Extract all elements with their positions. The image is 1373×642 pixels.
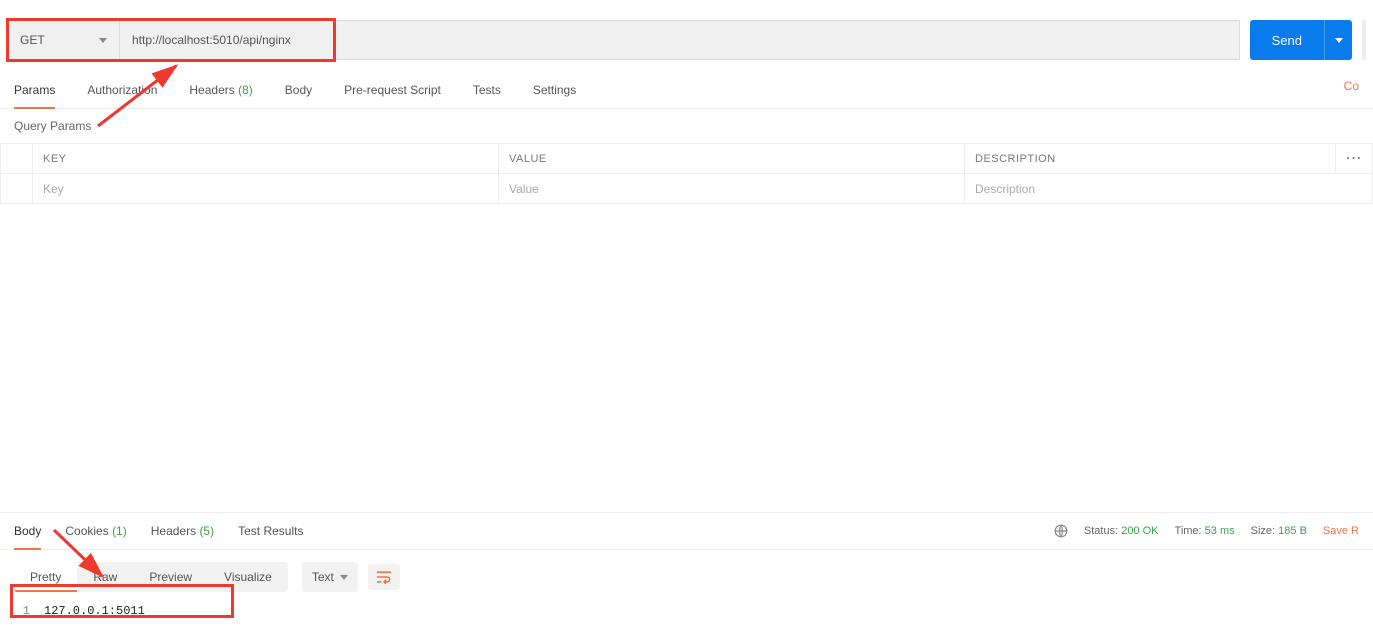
- response-body[interactable]: 1 127.0.0.1:5011: [0, 600, 1373, 642]
- url-input[interactable]: [120, 21, 1239, 59]
- time-value: 53 ms: [1205, 525, 1235, 537]
- tab-settings[interactable]: Settings: [533, 75, 576, 109]
- save-response-link[interactable]: Save R: [1323, 525, 1359, 537]
- send-options-button[interactable]: [1324, 20, 1352, 60]
- tab-pre-request-script[interactable]: Pre-request Script: [344, 75, 441, 109]
- status-value: 200 OK: [1121, 525, 1158, 537]
- more-icon: ⋯: [1346, 151, 1363, 167]
- drag-handle[interactable]: [1362, 20, 1366, 60]
- tab-body[interactable]: Body: [285, 75, 312, 109]
- cookies-link[interactable]: Co: [1344, 79, 1359, 103]
- params-col-actions[interactable]: ⋯: [1335, 144, 1373, 174]
- language-select[interactable]: Text: [302, 562, 358, 592]
- params-col-key: KEY: [33, 144, 499, 174]
- language-label: Text: [312, 570, 334, 584]
- wrap-lines-button[interactable]: [368, 564, 400, 590]
- method-label: GET: [20, 33, 45, 47]
- chevron-down-icon: [340, 575, 348, 580]
- globe-icon[interactable]: [1054, 524, 1068, 538]
- send-button[interactable]: Send: [1250, 20, 1324, 60]
- tab-tests[interactable]: Tests: [473, 75, 501, 109]
- line-number: 1: [14, 604, 30, 618]
- params-key-input[interactable]: Key: [33, 174, 499, 204]
- tab-params[interactable]: Params: [14, 75, 55, 109]
- method-select[interactable]: GET: [8, 21, 120, 59]
- view-pretty[interactable]: Pretty: [14, 562, 77, 592]
- query-params-heading: Query Params: [0, 109, 1373, 143]
- params-col-check: [1, 144, 33, 174]
- response-line: 127.0.0.1:5011: [44, 604, 145, 618]
- resp-tab-cookies-label: Cookies: [65, 524, 108, 538]
- params-col-value: VALUE: [499, 144, 965, 174]
- view-preview[interactable]: Preview: [133, 562, 208, 592]
- chevron-down-icon: [1335, 38, 1343, 43]
- params-value-input[interactable]: Value: [499, 174, 965, 204]
- tab-headers-count: (8): [238, 83, 253, 97]
- resp-tab-cookies[interactable]: Cookies (1): [65, 514, 126, 550]
- wrap-icon: [376, 570, 392, 584]
- tab-headers-label: Headers: [189, 83, 234, 97]
- resp-tab-headers-count: (5): [199, 524, 214, 538]
- status-label: Status: 200 OK: [1084, 525, 1159, 537]
- view-raw[interactable]: Raw: [77, 562, 133, 592]
- params-col-description: DESCRIPTION: [965, 144, 1336, 174]
- time-label: Time: 53 ms: [1175, 525, 1235, 537]
- params-row[interactable]: Key Value Description: [1, 174, 1373, 204]
- view-visualize[interactable]: Visualize: [208, 562, 288, 592]
- resp-tab-cookies-count: (1): [112, 524, 127, 538]
- resp-tab-headers[interactable]: Headers (5): [151, 514, 214, 550]
- params-description-input[interactable]: Description: [965, 174, 1373, 204]
- size-label: Size: 185 B: [1251, 525, 1307, 537]
- tab-headers[interactable]: Headers (8): [189, 75, 252, 109]
- resp-tab-test-results[interactable]: Test Results: [238, 514, 303, 550]
- size-value: 185 B: [1278, 525, 1307, 537]
- chevron-down-icon: [99, 38, 107, 43]
- resp-tab-headers-label: Headers: [151, 524, 196, 538]
- resp-tab-body[interactable]: Body: [14, 514, 41, 550]
- tab-authorization[interactable]: Authorization: [87, 75, 157, 109]
